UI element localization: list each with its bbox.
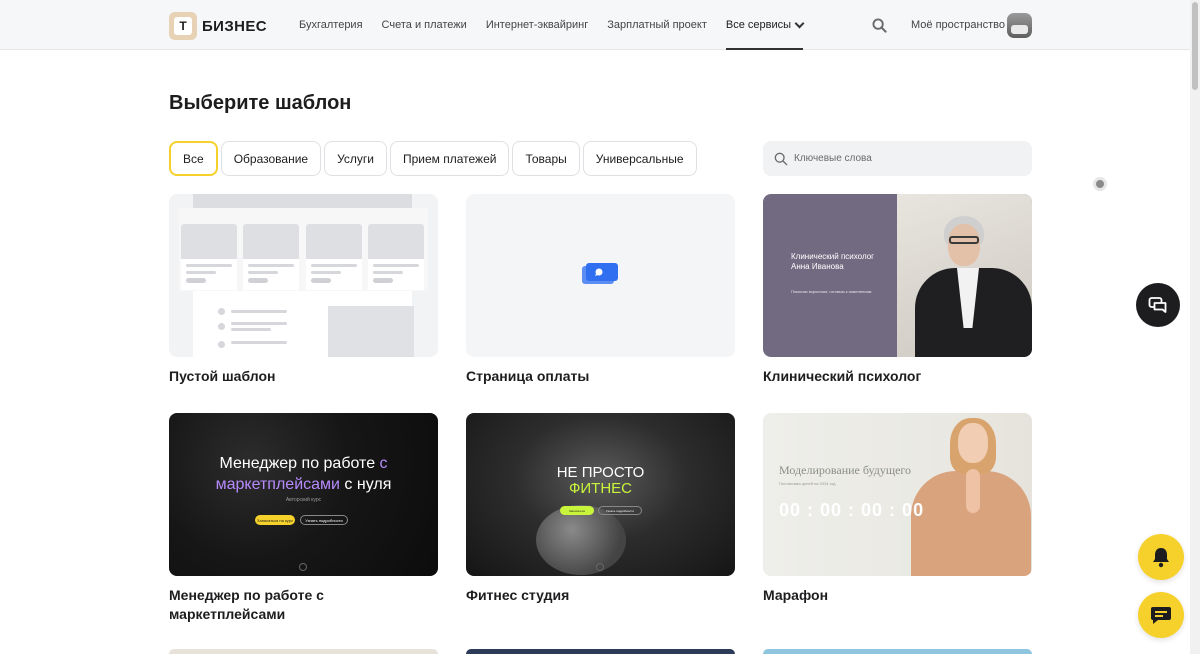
preview-primary-button: Записаться на курс: [255, 515, 295, 525]
preview-subtitle: Помогаю взрослым, готовым к изменениям: [791, 289, 872, 294]
fitness-ball: [536, 505, 626, 575]
template-preview[interactable]: Моделирование будущего Постановка целей …: [763, 413, 1032, 576]
notifications-button[interactable]: [1138, 534, 1184, 580]
template-card-peek[interactable]: [466, 649, 735, 654]
message-icon: [1151, 607, 1171, 624]
wireframe-card: [181, 224, 237, 290]
template-title[interactable]: Фитнес студия: [466, 586, 735, 605]
template-title[interactable]: Менеджер по работе с маркетплейсами: [169, 586, 438, 624]
template-preview[interactable]: НЕ ПРОСТО ФИТНЕС Записаться Узнать подро…: [466, 413, 735, 576]
template-card-peek[interactable]: [169, 649, 438, 654]
record-dot-icon[interactable]: [1093, 177, 1107, 191]
wireframe-header: [193, 194, 412, 208]
support-chat-button[interactable]: [1138, 592, 1184, 638]
main-nav: Бухгалтерия Счета и платежи Интернет-экв…: [299, 0, 822, 50]
preview-heading: НЕ ПРОСТО ФИТНЕС: [556, 464, 645, 497]
search-icon: [774, 152, 788, 165]
template-card-marathon[interactable]: Моделирование будущего Постановка целей …: [763, 413, 1032, 605]
template-card-marketplace-manager[interactable]: Менеджер по работе с маркетплейсами с ну…: [169, 413, 438, 624]
nav-item-accounting[interactable]: Бухгалтерия: [299, 0, 363, 50]
preview-subtitle: Авторский курс: [285, 497, 322, 503]
filter-all[interactable]: Все: [169, 141, 218, 176]
scroll-indicator-icon: [596, 563, 604, 571]
preview-secondary-button: Узнать подробности: [300, 515, 348, 525]
avatar[interactable]: [1007, 13, 1032, 38]
filter-education[interactable]: Образование: [220, 141, 322, 176]
chat-bubbles-icon: [1148, 297, 1167, 313]
logo-letter: Т: [174, 17, 192, 35]
preview-subtitle: Постановка целей на 2024 год: [779, 481, 836, 486]
template-card-psychologist[interactable]: Клинический психолог Анна Иванова Помога…: [763, 194, 1032, 386]
template-preview[interactable]: Клинический психолог Анна Иванова Помога…: [763, 194, 1032, 357]
filter-universal[interactable]: Универсальные: [582, 141, 697, 176]
template-card-payment[interactable]: Страница оплаты: [466, 194, 735, 386]
preview-heading: Клинический психолог Анна Иванова: [791, 252, 875, 271]
my-space-link[interactable]: Моё пространство: [911, 19, 1005, 31]
logo-text: БИЗНЕС: [202, 17, 268, 35]
scroll-indicator-icon: [299, 563, 307, 571]
chat-button[interactable]: [1136, 283, 1180, 327]
nav-item-acquiring[interactable]: Интернет-эквайринг: [486, 0, 588, 50]
chevron-down-icon: [794, 18, 805, 28]
nav-item-all-services-label: Все сервисы: [725, 19, 792, 31]
page-scrollbar[interactable]: [1190, 0, 1200, 654]
wireframe-content: [193, 291, 414, 357]
filter-goods[interactable]: Товары: [512, 141, 580, 176]
category-filters: Все Образование Услуги Прием платежей То…: [169, 141, 700, 176]
filter-services[interactable]: Услуги: [324, 141, 387, 176]
keyword-search-input[interactable]: [794, 153, 1014, 164]
template-title[interactable]: Пустой шаблон: [169, 367, 438, 386]
template-preview[interactable]: [169, 194, 438, 357]
page-title: Выберите шаблон: [169, 92, 352, 114]
search-icon[interactable]: [872, 18, 887, 33]
nav-item-payments[interactable]: Счета и платежи: [382, 0, 467, 50]
preview-primary-button: Записаться: [560, 506, 594, 515]
template-preview[interactable]: [466, 194, 735, 357]
top-header: Т БИЗНЕС Бухгалтерия Счета и платежи Инт…: [0, 0, 1190, 50]
preview-heading: Моделирование будущего: [779, 463, 912, 477]
logo-mark: Т: [169, 12, 197, 40]
wireframe-card: [368, 224, 424, 290]
template-title[interactable]: Марафон: [763, 586, 1032, 605]
nav-item-salary[interactable]: Зарплатный проект: [607, 0, 707, 50]
template-title[interactable]: Страница оплаты: [466, 367, 735, 386]
logo[interactable]: Т БИЗНЕС: [169, 12, 267, 40]
keyword-search[interactable]: [763, 141, 1032, 176]
template-card-fitness[interactable]: НЕ ПРОСТО ФИТНЕС Записаться Узнать подро…: [466, 413, 735, 605]
template-title[interactable]: Клинический психолог: [763, 367, 1032, 386]
preview-timer: 00 : 00 : 00 : 00: [779, 500, 925, 520]
template-preview[interactable]: Менеджер по работе с маркетплейсами с ну…: [169, 413, 438, 576]
psychologist-photo: [897, 194, 1032, 357]
payment-page-icon: [582, 263, 618, 284]
scrollbar-thumb[interactable]: [1192, 2, 1198, 90]
wireframe-card: [306, 224, 362, 290]
bell-icon: [1153, 548, 1169, 568]
template-card-blank[interactable]: Пустой шаблон: [169, 194, 438, 386]
template-card-peek[interactable]: [763, 649, 1032, 654]
preview-secondary-button: Узнать подробности: [598, 506, 642, 515]
nav-item-all-services[interactable]: Все сервисы: [725, 0, 805, 50]
preview-heading: Менеджер по работе с маркетплейсами с ну…: [215, 455, 392, 493]
filter-payments[interactable]: Прием платежей: [389, 141, 510, 176]
wireframe-card: [243, 224, 299, 290]
